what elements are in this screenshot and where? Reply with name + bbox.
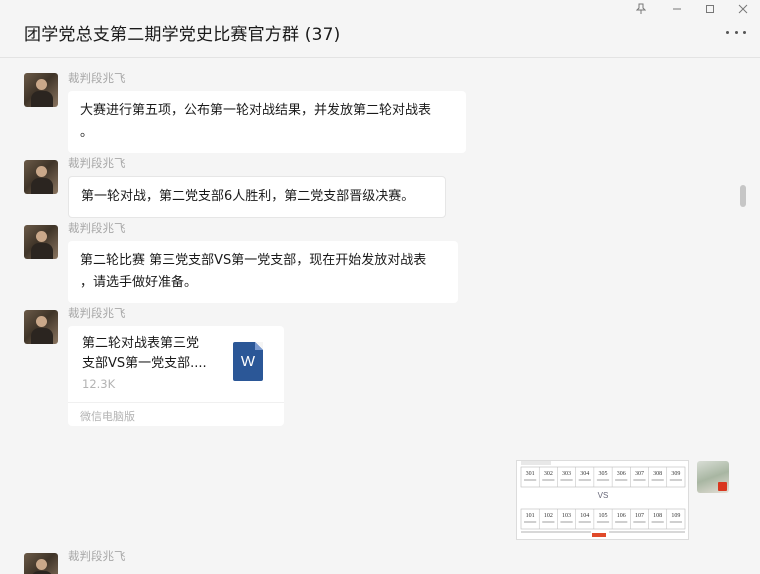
sender-name: 裁判段兆飞 <box>68 71 126 85</box>
message-text-line: 。 <box>80 125 94 140</box>
file-source: 微信电脑版 <box>80 410 135 423</box>
thumb-cell-label: 305 <box>599 471 608 477</box>
thumb-cell-label: 107 <box>635 513 644 519</box>
thumb-cell-name-bar <box>669 521 682 523</box>
thumb-cell-name-bar <box>596 521 610 523</box>
thumb-cell-name-bar <box>669 479 682 481</box>
thumb-cell-label: 303 <box>562 471 571 477</box>
avatar[interactable] <box>24 225 58 259</box>
avatar[interactable] <box>24 553 58 574</box>
thumb-cell-name-bar <box>615 479 628 481</box>
file-size: 12.3K <box>82 377 116 391</box>
scrollbar-thumb[interactable] <box>740 185 746 207</box>
thumb-cell-name-bar <box>542 521 555 523</box>
thumb-footer-line <box>521 531 591 533</box>
message-bubble[interactable]: 第一轮对战，第二党支部6人胜利，第二党支部晋级决赛。 <box>68 176 446 218</box>
thumb-cell-name-bar <box>633 479 646 481</box>
thumb-cell-name-bar <box>596 479 610 481</box>
maximize-icon[interactable] <box>703 2 717 16</box>
file-divider <box>68 402 284 403</box>
thumb-cell-label: 106 <box>617 513 626 519</box>
thumb-cell-name-bar <box>524 521 537 523</box>
message-text-line: 大赛进行第五项，公布第一轮对战结果，并发放第二轮对战表 <box>80 103 432 118</box>
message-text-line: 第二轮比赛 第三党支部VS第一党支部，现在开始发放对战表 <box>80 253 427 268</box>
thumb-cell-name-bar <box>651 479 664 481</box>
thumb-cell-label: 105 <box>599 513 608 519</box>
sender-name: 裁判段兆飞 <box>68 549 126 563</box>
chat-title: 团学党总支第二期学党史比赛官方群 (37) <box>24 25 341 45</box>
message-bubble[interactable]: 大赛进行第五项，公布第一轮对战结果，并发放第二轮对战表 。 <box>68 91 466 153</box>
thumb-cell-label: 301 <box>526 471 535 477</box>
thumb-cell-label: 108 <box>653 513 662 519</box>
thumb-cell-name-bar <box>651 521 664 523</box>
sender-name: 裁判段兆飞 <box>68 306 126 320</box>
thumb-cell-name-bar <box>560 521 573 523</box>
thumb-top-frame <box>520 466 686 488</box>
thumb-footer-line <box>609 531 685 533</box>
title-bar: 团学党总支第二期学党史比赛官方群 (37) <box>0 0 760 58</box>
self-avatar[interactable] <box>697 461 729 493</box>
thumb-cell-label: 101 <box>526 513 535 519</box>
thumb-cell-label: 304 <box>580 471 589 477</box>
thumb-caption-bar <box>521 461 551 465</box>
word-document-icon: W <box>233 342 263 381</box>
thumb-cell-label: 308 <box>653 471 662 477</box>
thumb-vs: VS <box>598 491 609 500</box>
thumb-cell-label: 103 <box>562 513 571 519</box>
thumb-red-mark <box>592 533 606 537</box>
minimize-icon[interactable] <box>670 2 684 16</box>
thumb-cell-label: 307 <box>635 471 644 477</box>
thumb-cell-label: 109 <box>671 513 680 519</box>
pin-icon[interactable] <box>634 2 648 16</box>
image-thumbnail[interactable]: VS 301 302 303 304 305 306 307 308 309 101 102 103 1… <box>516 460 689 540</box>
sender-name: 裁判段兆飞 <box>68 221 126 235</box>
thumb-cell-name-bar <box>578 521 591 523</box>
thumb-cell-label: 302 <box>544 471 553 477</box>
thumb-cell-name-bar <box>615 521 628 523</box>
file-name-line: 支部VS第一党支部.... <box>82 356 207 371</box>
file-name-line: 第二轮对战表第三党 <box>82 336 200 351</box>
thumb-cell-name-bar <box>578 479 591 481</box>
message-bubble[interactable]: 第二轮比赛 第三党支部VS第一党支部，现在开始发放对战表 ，请选手做好准备。 <box>68 241 458 303</box>
match-table-image: VS 301 302 303 304 305 306 307 308 309 101 102 103 1… <box>520 461 686 537</box>
more-icon[interactable] <box>726 28 746 36</box>
thumb-cell-name-bar <box>524 479 537 481</box>
avatar[interactable] <box>24 160 58 194</box>
thumb-cell-label: 309 <box>671 471 680 477</box>
file-name: 第二轮对战表第三党 支部VS第一党支部.... <box>82 334 218 374</box>
thumb-cell-name-bar <box>560 479 573 481</box>
avatar[interactable] <box>24 310 58 344</box>
word-icon-letter: W <box>240 353 256 370</box>
avatar[interactable] <box>24 73 58 107</box>
thumb-cell-name-bar <box>633 521 646 523</box>
close-icon[interactable] <box>736 2 750 16</box>
message-text-line: ，请选手做好准备。 <box>80 275 198 290</box>
thumb-cell-name-bar <box>542 479 555 481</box>
thumb-cell-label: 102 <box>544 513 553 519</box>
file-card[interactable]: 第二轮对战表第三党 支部VS第一党支部.... W 12.3K 微信电脑版 <box>68 326 284 426</box>
message-list[interactable]: 裁判段兆飞 大赛进行第五项，公布第一轮对战结果，并发放第二轮对战表 。 裁判段兆… <box>0 59 748 574</box>
thumb-cell-label: 306 <box>617 471 626 477</box>
thumb-cell-label: 104 <box>580 513 589 519</box>
sender-name: 裁判段兆飞 <box>68 156 126 170</box>
thumb-bottom-frame <box>520 508 686 530</box>
message-text-line: 第一轮对战，第二党支部6人胜利，第二党支部晋级决赛。 <box>81 189 415 204</box>
